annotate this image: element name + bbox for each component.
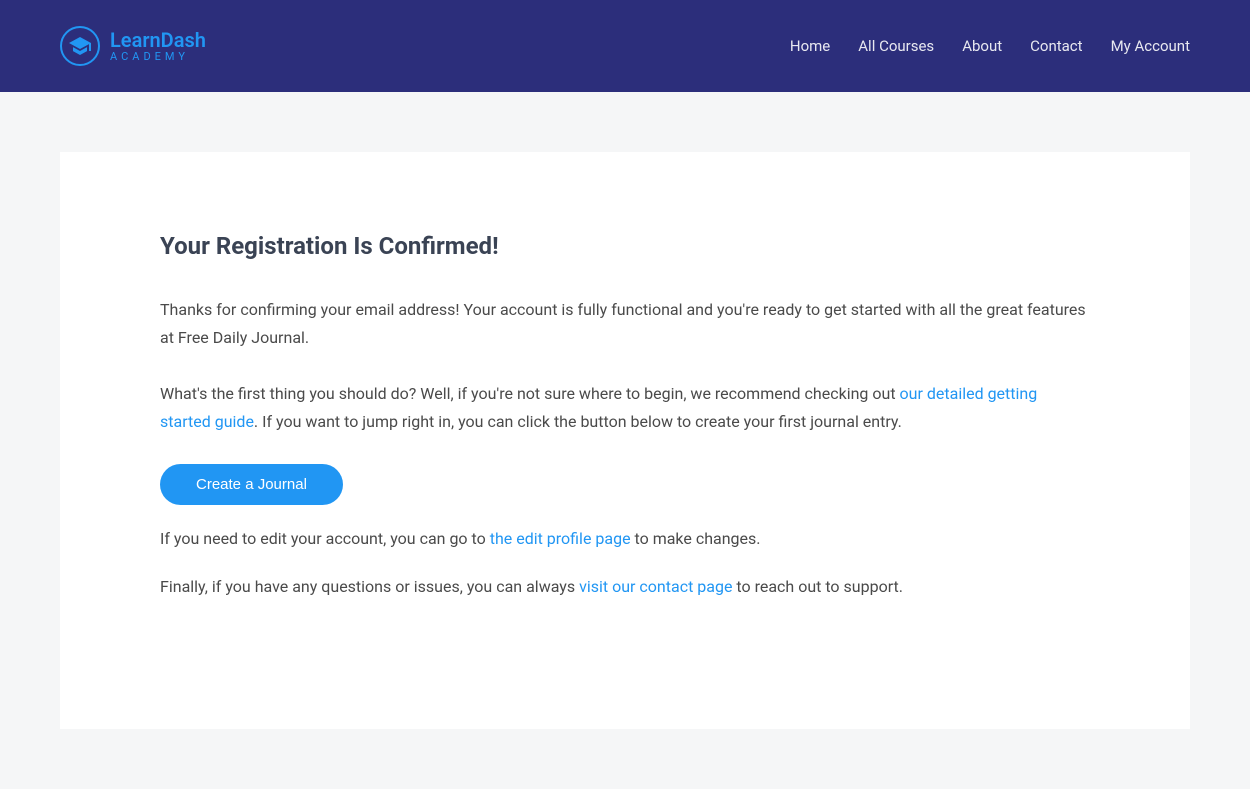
- intro-paragraph: Thanks for confirming your email address…: [160, 296, 1090, 352]
- guide-paragraph: What's the first thing you should do? We…: [160, 380, 1090, 436]
- guide-paragraph-text-a: What's the first thing you should do? We…: [160, 384, 900, 403]
- logo-sub: ACADEMY: [110, 51, 206, 63]
- site-header: LearnDash ACADEMY Home All Courses About…: [0, 0, 1250, 92]
- logo-main: LearnDash: [110, 29, 206, 51]
- nav-all-courses[interactable]: All Courses: [858, 37, 934, 55]
- contact-page-link[interactable]: visit our contact page: [579, 577, 732, 596]
- contact-text-a: Finally, if you have any questions or is…: [160, 577, 579, 596]
- nav-my-account[interactable]: My Account: [1111, 37, 1190, 55]
- guide-paragraph-text-b: . If you want to jump right in, you can …: [254, 412, 902, 431]
- content-card: Your Registration Is Confirmed! Thanks f…: [60, 152, 1190, 729]
- site-logo[interactable]: LearnDash ACADEMY: [60, 26, 206, 66]
- nav-contact[interactable]: Contact: [1030, 37, 1082, 55]
- edit-profile-link[interactable]: the edit profile page: [490, 529, 631, 548]
- create-journal-button[interactable]: Create a Journal: [160, 464, 343, 505]
- edit-account-text-b: to make changes.: [631, 529, 761, 548]
- edit-account-paragraph: If you need to edit your account, you ca…: [160, 525, 1090, 553]
- page-title: Your Registration Is Confirmed!: [160, 232, 1090, 260]
- nav-home[interactable]: Home: [790, 37, 830, 55]
- page-wrapper: Your Registration Is Confirmed! Thanks f…: [0, 92, 1250, 789]
- graduation-cap-icon: [60, 26, 100, 66]
- contact-paragraph: Finally, if you have any questions or is…: [160, 573, 1090, 601]
- logo-text: LearnDash ACADEMY: [110, 29, 206, 63]
- edit-account-text-a: If you need to edit your account, you ca…: [160, 529, 490, 548]
- main-nav: Home All Courses About Contact My Accoun…: [790, 37, 1190, 55]
- nav-about[interactable]: About: [962, 37, 1002, 55]
- contact-text-b: to reach out to support.: [732, 577, 903, 596]
